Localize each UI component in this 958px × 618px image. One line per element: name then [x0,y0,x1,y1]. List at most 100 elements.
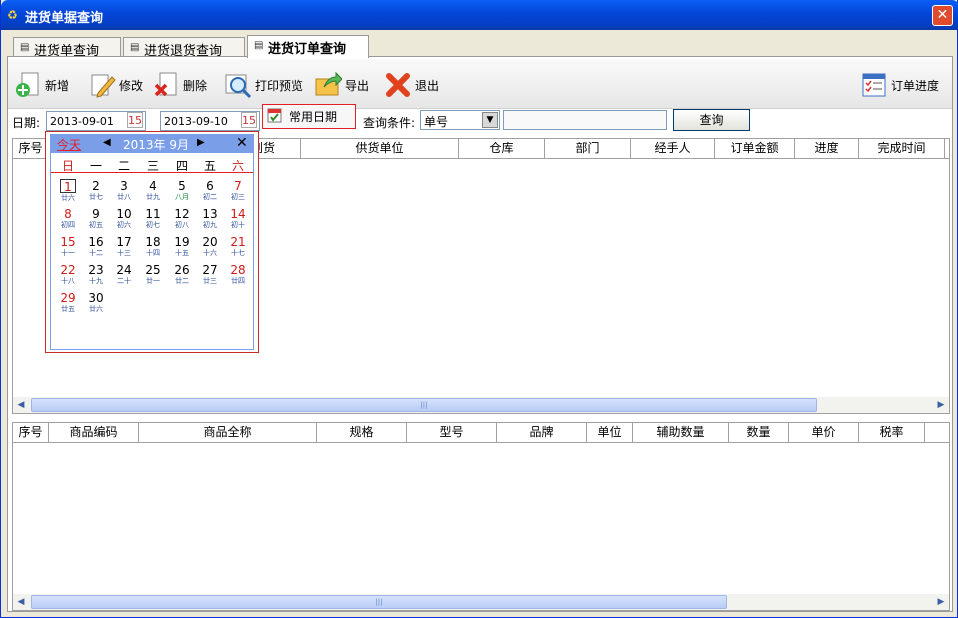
detail-grid[interactable]: 序号 商品编码 商品全称 规格 型号 品牌 单位 辅助数量 数量 单价 税率 ◀… [12,422,950,611]
calendar-day[interactable]: 9 初五 [82,207,110,235]
lunar-date: 十二 [89,249,103,257]
delete-button[interactable]: 删除 [152,69,207,101]
exit-icon [384,71,412,99]
calendar-day[interactable]: 11 初七 [139,207,167,235]
column-header[interactable]: 完成时间 [859,139,945,159]
document-icon: ▤ [20,42,30,53]
tab-return-query[interactable]: ▤ 进货退货查询 [123,37,245,59]
horizontal-scrollbar[interactable]: ◀ ||| ▶ [13,594,949,610]
calendar-day[interactable]: 18 十四 [139,235,167,263]
scroll-right-icon[interactable]: ▶ [933,594,949,610]
date-label: 日期: [12,116,41,130]
calendar-day[interactable]: 10 初六 [110,207,138,235]
title-bar[interactable]: ♻ 进货单据查询 ✕ [1,0,958,30]
tab-order-query[interactable]: ▤ 进货订单查询 [247,35,369,58]
calendar-day[interactable]: 19 十五 [168,235,196,263]
calendar-icon[interactable]: 15 [241,112,257,128]
calendar-day[interactable]: 16 十二 [82,235,110,263]
calendar-day[interactable]: 28 廿四 [224,263,252,291]
column-header[interactable]: 税率 [859,423,925,443]
day-number: 5 [178,179,186,193]
query-condition-input[interactable] [503,110,667,130]
day-number: 1 [60,179,76,194]
day-number: 6 [206,179,214,193]
column-header[interactable]: 数量 [729,423,789,443]
weekday-label: 四 [175,159,188,173]
scroll-thumb[interactable]: ||| [31,398,817,412]
chevron-down-icon[interactable]: ▼ [482,112,498,128]
day-number: 9 [92,207,100,221]
calendar-day[interactable]: 12 初八 [168,207,196,235]
calendar-day[interactable]: 13 初九 [196,207,224,235]
scroll-left-icon[interactable]: ◀ [13,594,29,610]
calendar-day[interactable]: 2 廿七 [82,179,110,207]
calendar-day[interactable]: 26 廿二 [168,263,196,291]
export-button[interactable]: 导出 [314,69,369,101]
calendar-day[interactable]: 6 初二 [196,179,224,207]
query-button[interactable]: 查询 [673,109,750,131]
lunar-date: 初二 [203,193,217,201]
exit-button[interactable]: 退出 [384,69,439,101]
print-preview-button[interactable]: 打印预览 [224,69,303,101]
column-header[interactable]: 序号 [13,139,49,159]
column-header[interactable]: 单位 [587,423,633,443]
scroll-thumb[interactable]: ||| [31,595,727,609]
column-header[interactable]: 仓库 [459,139,545,159]
lunar-date: 十四 [146,249,160,257]
column-header[interactable]: 经手人 [631,139,715,159]
date-from-value: 2013-09-01 [50,115,114,128]
column-header[interactable]: 品牌 [497,423,587,443]
column-header[interactable]: 部门 [545,139,631,159]
lunar-date: 十一 [61,249,75,257]
day-number: 4 [149,179,157,193]
scroll-right-icon[interactable]: ▶ [933,397,949,413]
calendar-day[interactable]: 3 廿八 [110,179,138,207]
calendar-day[interactable]: 5 八月 [168,179,196,207]
column-header[interactable]: 商品编码 [49,423,139,443]
calendar-day[interactable]: 23 十九 [82,263,110,291]
column-header[interactable]: 订单金额 [715,139,795,159]
calendar-day[interactable]: 24 二十 [110,263,138,291]
day-number: 20 [202,235,218,249]
tab-purchase-query[interactable]: ▤ 进货单查询 [13,37,121,59]
query-condition-select[interactable]: 单号 ▼ [420,110,500,130]
calendar-day[interactable]: 29 廿五 [54,291,82,319]
calendar-day[interactable]: 20 十六 [196,235,224,263]
common-date-button[interactable]: 常用日期 [262,104,356,129]
weekday-row: 日 一 二 三 四 五 六 [51,155,253,173]
calendar-day[interactable]: 17 十三 [110,235,138,263]
order-progress-button[interactable]: 订单进度 [860,69,939,101]
column-header[interactable]: 单价 [789,423,859,443]
calendar-day[interactable]: 15 十一 [54,235,82,263]
close-button[interactable]: ✕ [932,5,953,26]
horizontal-scrollbar[interactable]: ◀ ||| ▶ [13,397,949,413]
close-icon[interactable]: ✕ [236,135,248,151]
date-picker-popup[interactable]: 今天 ◀ 2013年 9月 ▶ ✕ 日 一 二 三 四 五 六 1 廿六 2 廿七 3 廿… [45,131,259,353]
calendar-icon[interactable]: 15 [127,112,143,128]
column-header[interactable]: 供货单位 [301,139,459,159]
calendar-day[interactable]: 21 十七 [224,235,252,263]
column-header[interactable]: 进度 [795,139,859,159]
query-condition-label: 查询条件: [363,116,416,130]
edit-button[interactable]: 修改 [88,69,143,101]
scroll-left-icon[interactable]: ◀ [13,397,29,413]
column-header[interactable]: 商品全称 [139,423,317,443]
next-month-icon[interactable]: ▶ [197,137,205,148]
calendar-day[interactable]: 8 初四 [54,207,82,235]
calendar-day[interactable]: 4 廿九 [139,179,167,207]
calendar-day[interactable]: 1 廿六 [54,179,82,207]
add-button[interactable]: 新增 [14,69,69,101]
calendar-day[interactable]: 30 廿六 [82,291,110,319]
calendar-day[interactable]: 25 廿一 [139,263,167,291]
column-header[interactable]: 型号 [407,423,497,443]
column-header[interactable]: 序号 [13,423,49,443]
today-link[interactable]: 今天 [57,136,81,153]
column-header[interactable]: 辅助数量 [633,423,729,443]
weekday-label: 日 [61,159,74,173]
column-header[interactable]: 规格 [317,423,407,443]
calendar-day[interactable]: 14 初十 [224,207,252,235]
calendar-day[interactable]: 22 十八 [54,263,82,291]
calendar-day[interactable]: 7 初三 [224,179,252,207]
calendar-day[interactable]: 27 廿三 [196,263,224,291]
prev-month-icon[interactable]: ◀ [103,137,111,148]
